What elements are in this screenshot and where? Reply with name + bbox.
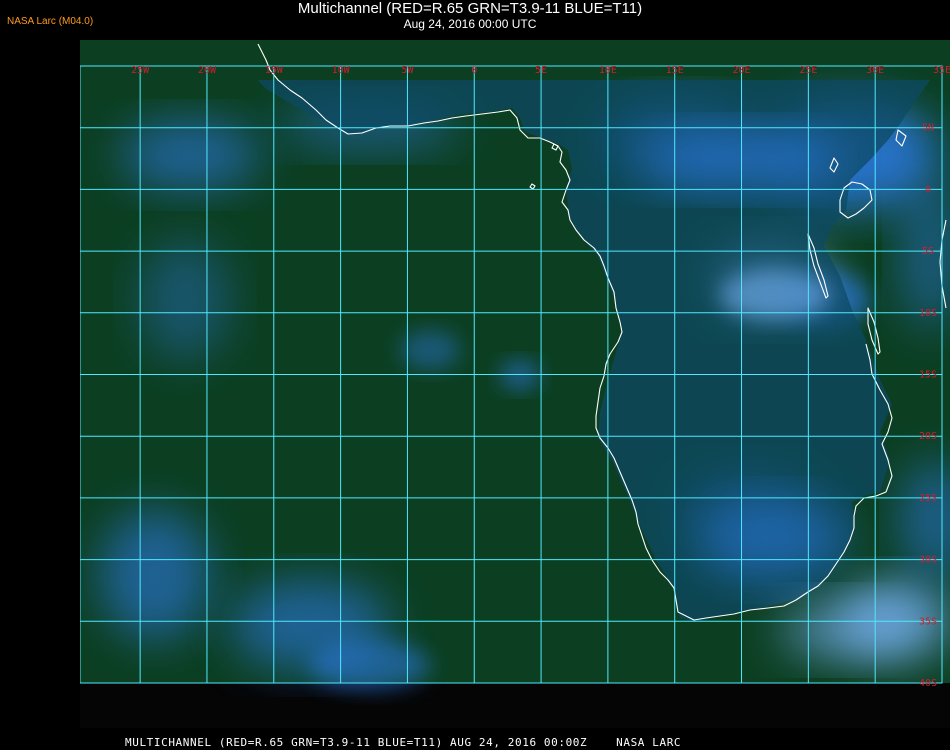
latitude-label: 20S	[919, 431, 937, 442]
longitude-label: 30E	[866, 65, 884, 76]
longitude-label: 25W	[131, 65, 150, 76]
longitude-label: 15W	[265, 65, 284, 76]
longitude-label: 0	[471, 65, 477, 76]
map-canvas: 25W 20W 15W 10W 5W 0 5E 10E 15E 20E 25E 30E 35E 5N 0 5S…	[80, 40, 950, 728]
latitude-label: 0	[925, 184, 931, 195]
longitude-label: 20E	[733, 65, 751, 76]
latitude-label: 40S	[919, 678, 937, 689]
no-data-strip	[80, 683, 950, 728]
latitude-label: 25S	[919, 493, 937, 504]
cloud-blob	[640, 130, 840, 190]
latitude-label: 10S	[919, 308, 937, 319]
title-block: Multichannel (RED=R.65 GRN=T3.9-11 BLUE=…	[0, 0, 940, 32]
longitude-label: 10W	[332, 65, 351, 76]
longitude-label: 5E	[535, 65, 547, 76]
image-title: Multichannel (RED=R.65 GRN=T3.9-11 BLUE=…	[297, 0, 643, 17]
longitude-label: 5W	[401, 65, 414, 76]
longitude-label: 25E	[799, 65, 817, 76]
cloud-blob	[100, 510, 210, 640]
latitude-label: 5N	[922, 123, 934, 134]
cloud-blob	[140, 240, 230, 360]
satellite-image-page: NASA Larc (M04.0) Multichannel (RED=R.65…	[0, 0, 950, 750]
longitude-label: 15E	[666, 65, 684, 76]
longitude-label: 20W	[198, 65, 217, 76]
image-timestamp: Aug 24, 2016 00:00 UTC	[403, 17, 537, 31]
satellite-map: 25W 20W 15W 10W 5W 0 5E 10E 15E 20E 25E 30E 35E 5N 0 5S…	[80, 40, 950, 728]
latitude-label: 35S	[919, 616, 937, 627]
longitude-label: 10E	[599, 65, 617, 76]
cloud-blob	[780, 600, 900, 660]
latitude-label: 5S	[922, 246, 934, 257]
latitude-label: 15S	[919, 370, 937, 381]
image-caption: MULTICHANNEL (RED=R.65 GRN=T3.9-11 BLUE=…	[125, 736, 682, 749]
cloud-blob	[400, 330, 460, 370]
cloud-blob	[120, 120, 260, 190]
longitude-label: 35E	[933, 65, 950, 76]
latitude-label: 30S	[919, 555, 937, 566]
cloud-blob	[700, 500, 850, 580]
